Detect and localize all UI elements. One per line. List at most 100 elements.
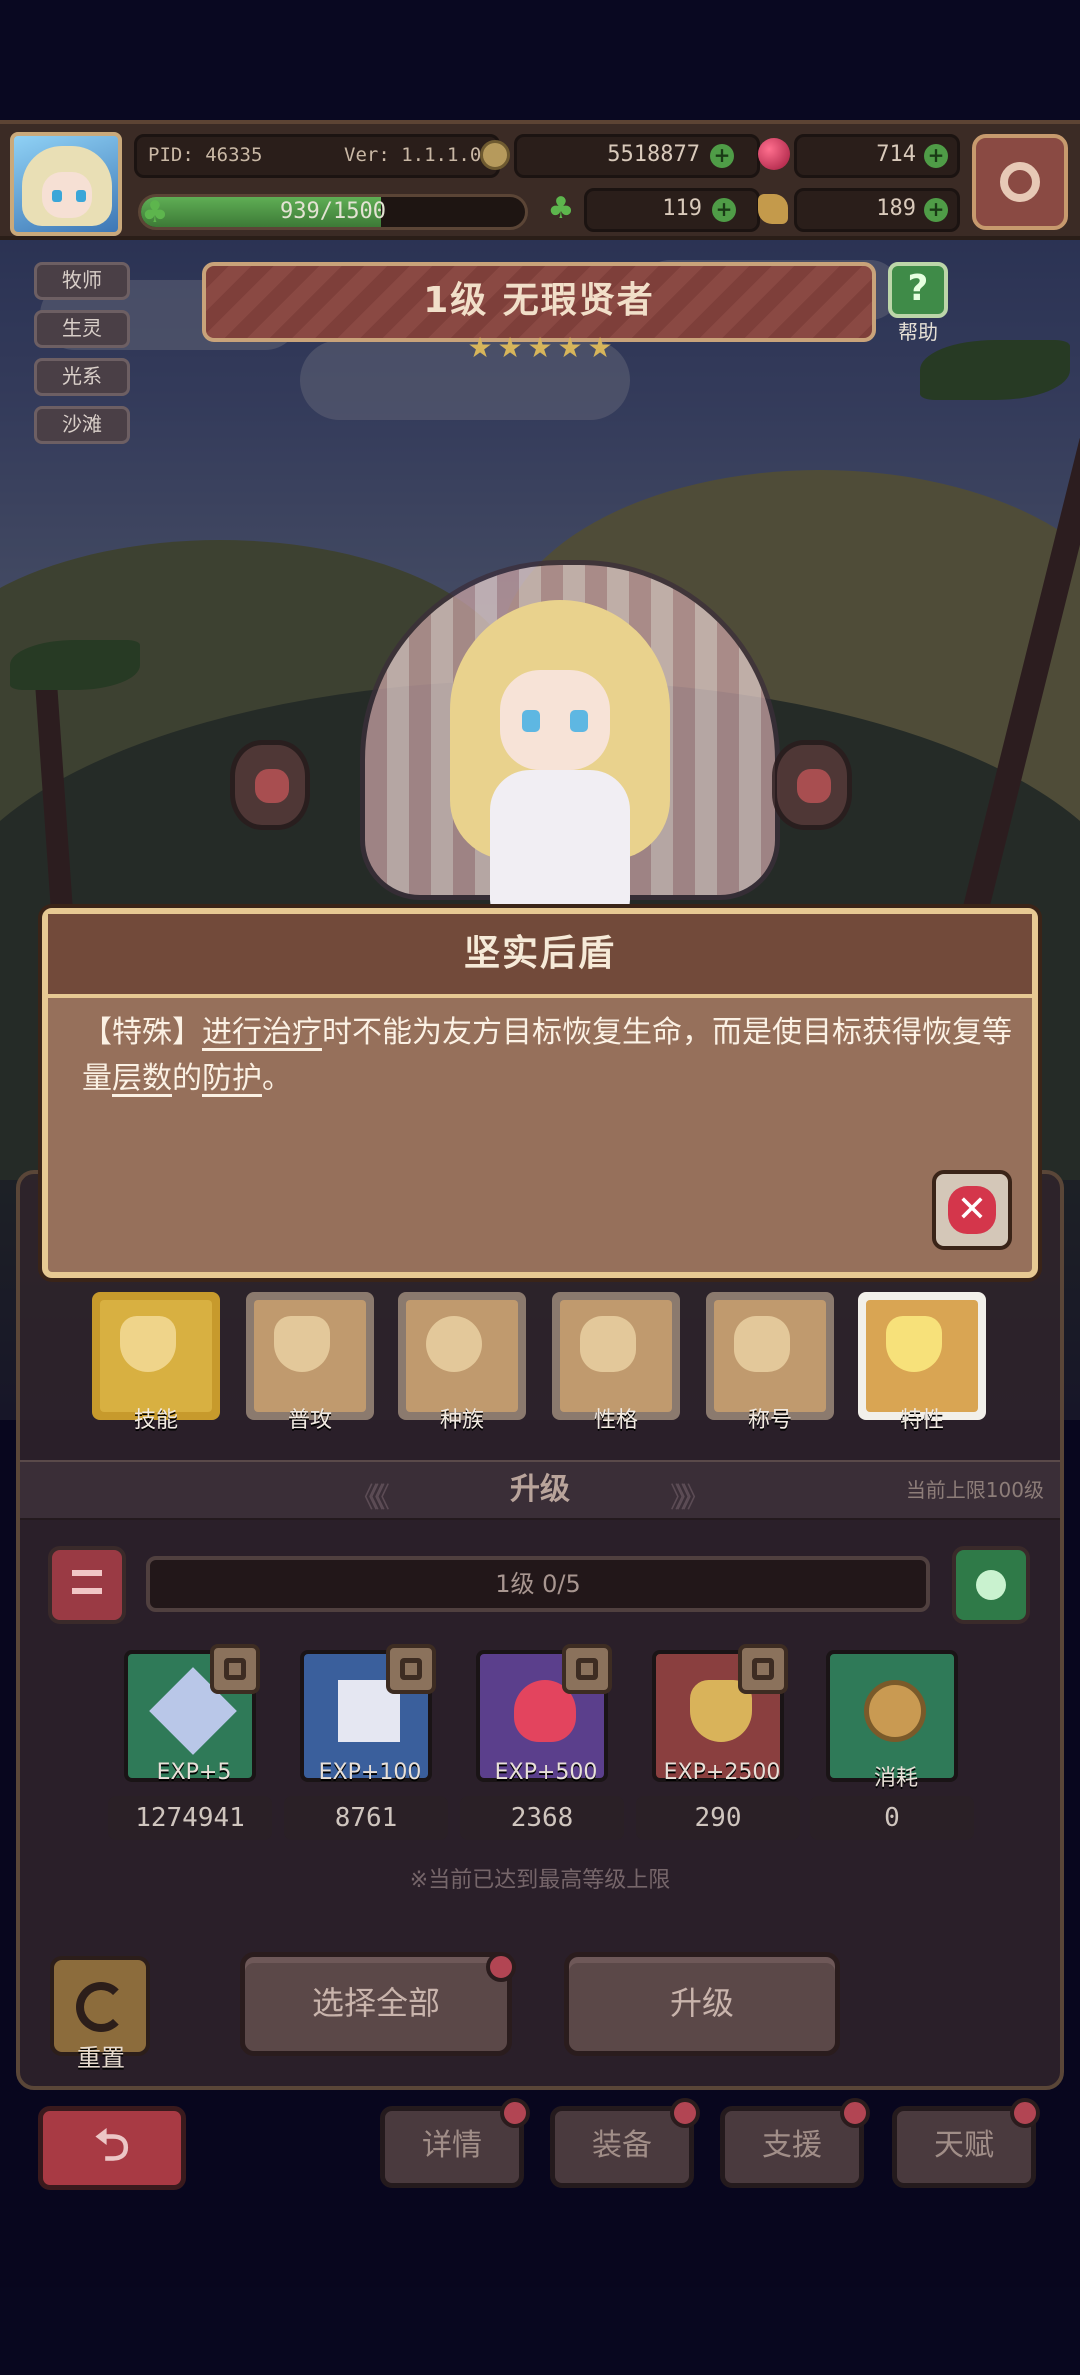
trait-detail-popup: 坚实后盾 【特殊】进行治疗时不能为友方目标恢复生命，而是使目标获得恢复等量层数的…	[42, 908, 1038, 1278]
material-cost: 消耗	[826, 1650, 958, 1791]
keyword-link[interactable]: 层数	[112, 1061, 172, 1096]
key-amount: 189	[876, 196, 916, 221]
levelup-title: 升级	[510, 1472, 570, 1507]
category-label: 技能	[133, 1408, 178, 1433]
tag-scene: 沙滩	[34, 406, 130, 444]
material-exp2500[interactable]: EXP+2500	[652, 1644, 788, 1785]
category-label: 特性	[899, 1408, 944, 1433]
player-id: PID: 46335	[148, 144, 263, 166]
add-clover-icon[interactable]: +	[712, 198, 736, 222]
top-resource-bar: PID: 46335 Ver: 1.1.1.0 5518877 + 714 + …	[0, 120, 1080, 240]
lock-icon	[738, 1644, 788, 1694]
reset-button[interactable]: 重置	[46, 1956, 156, 2072]
minus-icon	[72, 1570, 102, 1594]
material-label: EXP+500	[494, 1760, 598, 1785]
lock-icon	[562, 1644, 612, 1694]
settings-button[interactable]	[972, 134, 1068, 230]
key-icon	[758, 194, 788, 224]
heart-shield-icon	[120, 1316, 176, 1372]
add-key-icon[interactable]: +	[924, 198, 948, 222]
person-icon	[426, 1316, 482, 1372]
refresh-icon	[76, 1982, 126, 2032]
heart-left-icon	[255, 769, 289, 803]
material-exp5[interactable]: EXP+5	[124, 1644, 260, 1785]
star-icon: ★	[527, 331, 553, 364]
category-label: 普攻	[287, 1408, 332, 1433]
category-title[interactable]: 称号	[706, 1292, 834, 1433]
material-exp500[interactable]: EXP+500	[476, 1644, 612, 1785]
previous-hero-button[interactable]	[230, 740, 310, 830]
category-trait-selected[interactable]: 特性	[858, 1292, 986, 1433]
gem-amount: 714	[876, 142, 916, 167]
person-icon	[580, 1316, 636, 1372]
notification-dot	[486, 1952, 516, 1982]
notification-dot	[1010, 2098, 1040, 2128]
star-icon: ★	[587, 331, 613, 364]
return-arrow-icon: ⮌	[94, 2120, 130, 2171]
notification-dot	[670, 2098, 700, 2128]
help-label: 帮助	[898, 320, 938, 344]
material-count: 8761	[284, 1796, 448, 1840]
player-avatar[interactable]	[10, 132, 122, 236]
help-button[interactable]: ? 帮助	[880, 262, 956, 346]
coin-icon	[864, 1680, 926, 1742]
heart-right-icon	[797, 769, 831, 803]
player-exp-bar: 939/1500	[138, 194, 528, 230]
material-label: EXP+5	[156, 1760, 232, 1785]
back-button[interactable]: ⮌	[38, 2106, 186, 2190]
category-personality[interactable]: 性格	[552, 1292, 680, 1433]
material-count: 1274941	[108, 1796, 272, 1840]
reset-label: 重置	[77, 2044, 125, 2072]
game-version: Ver: 1.1.1.0	[344, 144, 482, 166]
notification-dot	[840, 2098, 870, 2128]
person-icon	[734, 1316, 790, 1372]
add-gem-icon[interactable]: +	[924, 144, 948, 168]
category-label: 性格	[593, 1408, 638, 1433]
tag-element: 光系	[34, 358, 130, 396]
category-skill[interactable]: 技能	[92, 1292, 220, 1433]
add-gold-icon[interactable]: +	[710, 144, 734, 168]
desc-text: 的	[172, 1061, 202, 1096]
notification-dot	[500, 2098, 530, 2128]
material-count: 2368	[460, 1796, 624, 1840]
clover-amount: 119	[662, 196, 702, 221]
plus-icon	[976, 1570, 1006, 1600]
material-label: 消耗	[873, 1766, 918, 1791]
select-all-button[interactable]: 选择全部	[240, 1952, 512, 2056]
gold-coin-icon	[480, 140, 510, 170]
material-exp100[interactable]: EXP+100	[300, 1644, 436, 1785]
clover-icon: ♣	[547, 191, 575, 226]
keyword-link[interactable]: 防护	[202, 1061, 262, 1096]
material-count: 290	[636, 1796, 800, 1840]
hero-title: 1级 无瑕贤者	[202, 262, 876, 342]
lock-icon	[210, 1644, 260, 1694]
close-popup-button[interactable]: ✕	[932, 1170, 1012, 1250]
next-hero-button[interactable]	[772, 740, 852, 830]
category-race[interactable]: 种族	[398, 1292, 526, 1433]
increase-level-button[interactable]	[952, 1546, 1030, 1624]
player-exp-text: 939/1500	[280, 199, 386, 224]
decrease-level-button[interactable]	[48, 1546, 126, 1624]
tag-class: 牧师	[34, 262, 130, 300]
star-icon: ★	[497, 331, 523, 364]
level-progress-bar: 1级 0/5	[146, 1556, 930, 1612]
level-cap-text: 当前上限100级	[905, 1478, 1044, 1502]
popup-title: 坚实后盾	[48, 914, 1032, 998]
levelup-header: 《《《 》》》 升级 当前上限100级	[20, 1460, 1060, 1520]
material-label: EXP+2500	[663, 1760, 781, 1785]
popup-description: 【特殊】进行治疗时不能为友方目标恢复生命，而是使目标获得恢复等量层数的防护。	[82, 1010, 1012, 1102]
category-attack[interactable]: 普攻	[246, 1292, 374, 1433]
heart-shield-icon	[274, 1316, 330, 1372]
red-gem-icon	[758, 138, 790, 170]
star-icon: ★	[467, 331, 493, 364]
upgrade-button[interactable]: 升级	[564, 1952, 840, 2056]
lock-icon	[386, 1644, 436, 1694]
keyword-link[interactable]: 进行治疗	[202, 1015, 322, 1050]
material-label: EXP+100	[318, 1760, 422, 1785]
desc-text: 。	[262, 1061, 292, 1096]
gear-icon	[1000, 162, 1040, 202]
question-icon: ?	[888, 262, 948, 318]
close-icon: ✕	[948, 1186, 996, 1234]
category-label: 称号	[747, 1408, 792, 1433]
material-count: 0	[810, 1796, 974, 1840]
